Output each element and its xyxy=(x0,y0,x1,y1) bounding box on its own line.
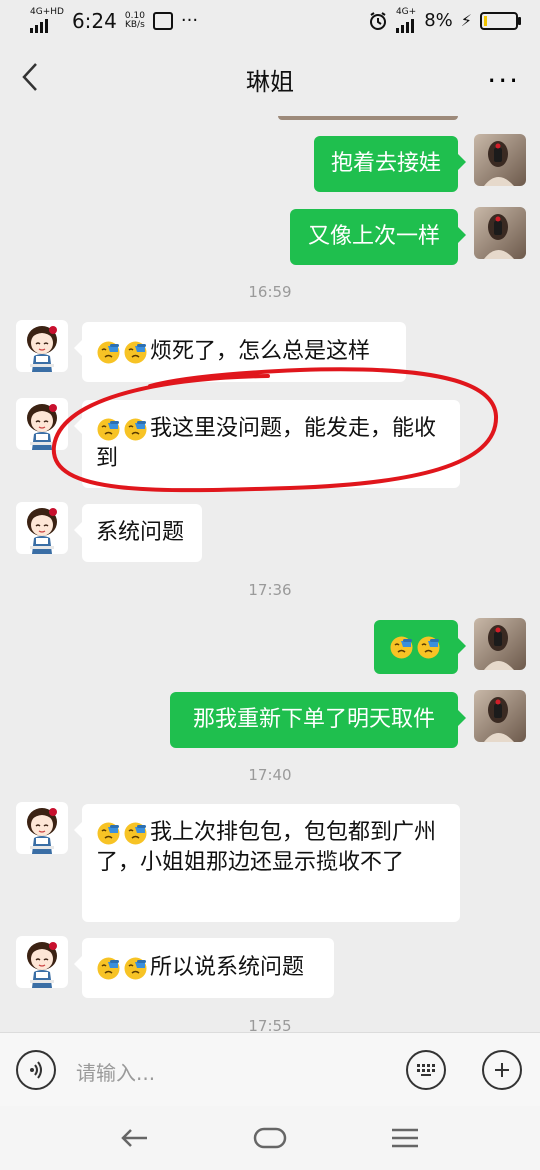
contact-avatar[interactable] xyxy=(16,802,68,854)
facepalm-emoji-icon xyxy=(123,417,148,442)
clock: 6:24 xyxy=(71,8,117,33)
message-bubble[interactable]: 我上次排包包，包包都到广州了，小姐姐那边还显示揽收不了 xyxy=(74,804,460,922)
message-text: 系统问题 xyxy=(96,520,185,545)
facepalm-emoji-icon xyxy=(123,956,148,981)
net-speed-unit: KB/s xyxy=(124,19,145,30)
contact-avatar[interactable] xyxy=(16,502,68,554)
network-type-right: 4G+ xyxy=(395,7,417,17)
plus-icon xyxy=(495,1063,509,1077)
add-attachment-button[interactable] xyxy=(482,1050,522,1090)
facepalm-emoji-icon xyxy=(96,956,121,981)
self-avatar[interactable] xyxy=(474,690,526,742)
voice-icon xyxy=(30,1061,42,1079)
nav-back-button[interactable] xyxy=(115,1122,155,1154)
timestamp: 17:40 xyxy=(248,766,292,784)
input-bar: 请输入... xyxy=(0,1032,540,1107)
home-pill-icon xyxy=(253,1127,287,1149)
battery-percent: 8% xyxy=(424,10,453,31)
keyboard-icon xyxy=(417,1064,435,1076)
message-bubble[interactable]: 抱着去接娃 xyxy=(314,136,466,192)
timestamp: 17:55 xyxy=(248,1017,292,1032)
facepalm-emoji-icon xyxy=(416,635,441,660)
facepalm-emoji-icon xyxy=(123,340,148,365)
signal-icon: 4G+HD xyxy=(30,8,64,33)
signal-bars-icon xyxy=(395,17,414,33)
message-bubble[interactable]: 又像上次一样 xyxy=(290,209,466,265)
self-avatar[interactable] xyxy=(474,134,526,186)
timestamp: 17:36 xyxy=(248,581,292,599)
message-bubble[interactable]: 烦死了，怎么总是这样 xyxy=(74,322,406,382)
more-dots-icon: ··· xyxy=(487,64,520,97)
contact-avatar[interactable] xyxy=(16,320,68,372)
message-bubble[interactable] xyxy=(374,620,466,674)
message-text: 抱着去接娃 xyxy=(330,151,441,176)
voice-input-button[interactable] xyxy=(16,1050,56,1090)
message-list[interactable]: 抱着去接娃 又像上次一样 16:59 烦死了，怎么总是这样 我这里没问题，能发走… xyxy=(0,116,540,1032)
contact-avatar[interactable] xyxy=(16,398,68,450)
network-type-label: 4G+HD xyxy=(30,7,64,17)
image-message-peek[interactable] xyxy=(278,116,458,120)
facepalm-emoji-icon xyxy=(96,340,121,365)
more-options-button[interactable]: ··· xyxy=(487,64,520,97)
status-bar: 4G+HD 6:24 0.10 KB/s ··· 4G+ 8% ⚡ xyxy=(0,0,540,42)
facepalm-emoji-icon xyxy=(389,635,414,660)
facepalm-emoji-icon xyxy=(96,821,121,846)
charging-icon: ⚡ xyxy=(460,11,472,30)
battery-icon xyxy=(480,11,521,30)
chat-title: 琳姐 xyxy=(246,68,294,96)
message-bubble[interactable]: 所以说系统问题 xyxy=(74,938,334,998)
self-avatar[interactable] xyxy=(474,207,526,259)
nav-menu-button[interactable] xyxy=(385,1122,425,1154)
self-avatar[interactable] xyxy=(474,618,526,670)
contact-avatar[interactable] xyxy=(16,936,68,988)
message-bubble[interactable]: 那我重新下单了明天取件 xyxy=(170,692,466,748)
arrow-left-icon xyxy=(121,1129,147,1147)
message-text: 烦死了，怎么总是这样 xyxy=(150,339,371,364)
system-navigation-bar xyxy=(0,1106,540,1170)
menu-icon xyxy=(392,1128,418,1148)
keyboard-toggle-button[interactable] xyxy=(406,1050,446,1090)
notification-icon xyxy=(152,11,173,30)
timestamp: 16:59 xyxy=(248,283,292,301)
message-text: 那我重新下单了明天取件 xyxy=(192,707,435,732)
message-text: 所以说系统问题 xyxy=(150,955,305,980)
message-bubble[interactable]: 我这里没问题，能发走，能收到 xyxy=(74,400,460,488)
message-bubble[interactable]: 系统问题 xyxy=(74,504,202,562)
status-more-icon: ··· xyxy=(180,10,199,31)
facepalm-emoji-icon xyxy=(96,417,121,442)
alarm-icon xyxy=(369,11,386,30)
message-input[interactable]: 请输入... xyxy=(76,1057,155,1086)
facepalm-emoji-icon xyxy=(123,821,148,846)
chat-header: 琳姐 ··· xyxy=(0,42,540,116)
message-text: 又像上次一样 xyxy=(307,224,440,249)
nav-home-button[interactable] xyxy=(250,1122,290,1154)
